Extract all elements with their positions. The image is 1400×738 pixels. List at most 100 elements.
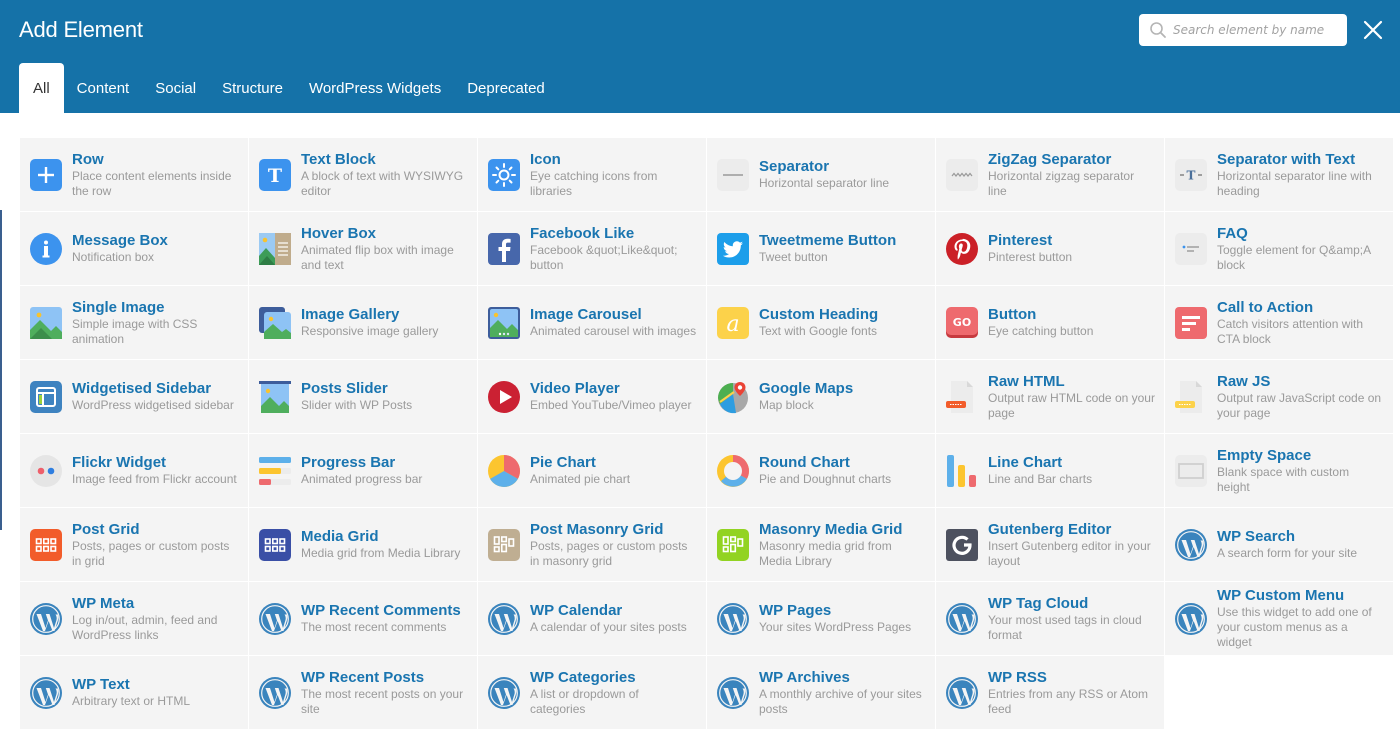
category-tabs: All Content Social Structure WordPress W… xyxy=(19,63,558,113)
element-card-wp-pages[interactable]: WP Pages Your sites WordPress Pages xyxy=(707,582,935,655)
element-card-image-gallery[interactable]: Image Gallery Responsive image gallery xyxy=(249,286,477,359)
element-card-custom-heading[interactable]: a Custom Heading Text with Google fonts xyxy=(707,286,935,359)
element-card-post-grid[interactable]: Post Grid Posts, pages or custom posts in… xyxy=(20,508,248,581)
element-card-wp-categories[interactable]: WP Categories A list or dropdown of categ… xyxy=(478,656,706,729)
element-card-text: Round Chart Pie and Doughnut charts xyxy=(759,454,891,487)
element-card-wp-meta[interactable]: WP Meta Log in/out, admin, feed and WordP… xyxy=(20,582,248,655)
element-card-wp-search[interactable]: WP Search A search form for your site xyxy=(1165,508,1393,581)
element-name: Empty Space xyxy=(1217,446,1312,464)
element-card-raw-js[interactable]: Raw JS Output raw JavaScript code on your… xyxy=(1165,360,1393,433)
element-card-wp-text[interactable]: WP Text Arbitrary text or HTML xyxy=(20,656,248,729)
element-card-wp-rss[interactable]: WP RSS Entries from any RSS or Atom feed xyxy=(936,656,1164,729)
element-card-text: Hover Box Animated flip box with image an… xyxy=(301,225,468,273)
element-card-text: Line Chart Line and Bar charts xyxy=(988,454,1092,487)
element-name: WP Archives xyxy=(759,668,850,686)
background-edge xyxy=(0,210,2,530)
element-name: Raw HTML xyxy=(988,372,1065,390)
element-description: Catch visitors attention with CTA block xyxy=(1217,316,1364,346)
tab-content[interactable]: Content xyxy=(64,63,143,113)
element-card-separator[interactable]: Separator Horizontal separator line xyxy=(707,138,935,211)
element-card-wp-calendar[interactable]: WP Calendar A calendar of your sites post… xyxy=(478,582,706,655)
element-card-text: FAQ Toggle element for Q&amp;A block xyxy=(1217,225,1384,273)
element-card-wp-archives[interactable]: WP Archives A monthly archive of your sit… xyxy=(707,656,935,729)
element-name: Pie Chart xyxy=(530,454,596,471)
element-description: Horizontal separator line xyxy=(759,176,890,190)
element-name: WP Calendar xyxy=(530,602,623,619)
tab-social[interactable]: Social xyxy=(142,63,209,113)
modal-title: Add Element xyxy=(19,17,143,42)
element-card-raw-html[interactable]: Raw HTML Output raw HTML code on your pag… xyxy=(936,360,1164,433)
element-description: Embed YouTube/Vimeo player xyxy=(530,398,692,412)
element-card-wp-recent-comments[interactable]: WP Recent Comments The most recent commen… xyxy=(249,582,477,655)
element-card-text: Post Grid Posts, pages or custom posts in… xyxy=(72,521,239,569)
close-icon[interactable] xyxy=(1362,19,1384,41)
element-card-widgetised-sidebar[interactable]: Widgetised Sidebar WordPress widgetised s… xyxy=(20,360,248,433)
element-card-pinterest[interactable]: Pinterest Pinterest button xyxy=(936,212,1164,285)
element-card-media-grid[interactable]: Media Grid Media grid from Media Library xyxy=(249,508,477,581)
element-card-single-image[interactable]: Single Image Simple image with CSS animat… xyxy=(20,286,248,359)
element-card-call-to-action[interactable]: Call to Action Catch visitors attention w… xyxy=(1165,286,1393,359)
element-card-zigzag-separator[interactable]: ZigZag Separator Horizontal zigzag separa… xyxy=(936,138,1164,211)
element-card-text: Raw JS Output raw JavaScript code on your… xyxy=(1217,373,1384,421)
element-card-separator-with-text[interactable]: T Separator with Text Horizontal separator… xyxy=(1165,138,1393,211)
element-card-post-masonry-grid[interactable]: Post Masonry Grid Posts, pages or custom … xyxy=(478,508,706,581)
element-card-line-chart[interactable]: Line Chart Line and Bar charts xyxy=(936,434,1164,507)
element-card-wp-recent-posts[interactable]: WP Recent Posts The most recent posts on … xyxy=(249,656,477,729)
element-name: Tweetmeme Button xyxy=(759,232,897,249)
element-card-button[interactable]: GO Button Eye catching button xyxy=(936,286,1164,359)
element-card-posts-slider[interactable]: Posts Slider Slider with WP Posts xyxy=(249,360,477,433)
search-input[interactable] xyxy=(1173,23,1343,37)
heading-a-icon: a xyxy=(716,306,750,340)
search-box[interactable] xyxy=(1139,14,1347,46)
masonry-grid-icon xyxy=(487,528,521,562)
element-card-masonry-media-grid[interactable]: Masonry Media Grid Masonry media grid fro… xyxy=(707,508,935,581)
element-card-text-block[interactable]: T Text Block A block of text with WYSIWYG … xyxy=(249,138,477,211)
element-card-image-carousel[interactable]: Image Carousel Animated carousel with ima… xyxy=(478,286,706,359)
element-name: Round Chart xyxy=(759,454,850,471)
element-card-icon[interactable]: Icon Eye catching icons from libraries xyxy=(478,138,706,211)
element-description: Media grid from Media Library xyxy=(301,546,461,560)
element-card-wp-tag-cloud[interactable]: WP Tag Cloud Your most used tags in cloud… xyxy=(936,582,1164,655)
element-card-text: WP RSS Entries from any RSS or Atom feed xyxy=(988,669,1155,717)
wordpress-icon xyxy=(258,602,292,636)
element-card-tweetmeme-button[interactable]: Tweetmeme Button Tweet button xyxy=(707,212,935,285)
element-card-wp-custom-menu[interactable]: WP Custom Menu Use this widget to add one… xyxy=(1165,582,1393,655)
element-name: Video Player xyxy=(530,380,620,397)
element-card-hover-box[interactable]: Hover Box Animated flip box with image an… xyxy=(249,212,477,285)
element-card-google-maps[interactable]: Google Maps Map block xyxy=(707,360,935,433)
element-card-progress-bar[interactable]: Progress Bar Animated progress bar xyxy=(249,434,477,507)
element-description: Insert Gutenberg editor in your layout xyxy=(988,538,1151,568)
element-card-empty-space[interactable]: Empty Space Blank space with custom heigh… xyxy=(1165,434,1393,507)
element-description: Log in/out, admin, feed and WordPress li… xyxy=(72,612,218,642)
pie-chart-icon xyxy=(487,454,521,488)
element-name: Pinterest xyxy=(988,232,1053,249)
wordpress-icon xyxy=(945,602,979,636)
element-card-faq[interactable]: FAQ Toggle element for Q&amp;A block xyxy=(1165,212,1393,285)
separator-text-icon: T xyxy=(1174,158,1208,192)
element-description: Animated progress bar xyxy=(301,472,423,486)
element-description: Notification box xyxy=(72,250,155,264)
element-card-flickr-widget[interactable]: Flickr Widget Image feed from Flickr acco… xyxy=(20,434,248,507)
element-card-pie-chart[interactable]: Pie Chart Animated pie chart xyxy=(478,434,706,507)
element-name: Facebook Like xyxy=(530,224,635,242)
element-card-message-box[interactable]: Message Box Notification box xyxy=(20,212,248,285)
element-card-text: Custom Heading Text with Google fonts xyxy=(759,306,878,339)
element-name: Post Grid xyxy=(72,520,140,538)
element-card-text: Single Image Simple image with CSS animat… xyxy=(72,299,239,347)
element-card-video-player[interactable]: Video Player Embed YouTube/Vimeo player xyxy=(478,360,706,433)
tab-wordpress-widgets[interactable]: WordPress Widgets xyxy=(296,63,454,113)
element-card-text: WP Tag Cloud Your most used tags in cloud… xyxy=(988,595,1155,643)
element-description: Pinterest button xyxy=(988,250,1073,264)
element-card-facebook-like[interactable]: Facebook Like Facebook &quot;Like&quot; b… xyxy=(478,212,706,285)
empty-space-icon xyxy=(1174,454,1208,488)
element-card-gutenberg-editor[interactable]: Gutenberg Editor Insert Gutenberg editor … xyxy=(936,508,1164,581)
element-card-text: Call to Action Catch visitors attention w… xyxy=(1217,299,1384,347)
tab-structure[interactable]: Structure xyxy=(209,63,296,113)
tab-deprecated[interactable]: Deprecated xyxy=(454,63,558,113)
facebook-icon xyxy=(487,232,521,266)
element-card-round-chart[interactable]: Round Chart Pie and Doughnut charts xyxy=(707,434,935,507)
tab-all[interactable]: All xyxy=(19,63,64,113)
wordpress-icon xyxy=(716,602,750,636)
element-card-row[interactable]: Row Place content elements inside the row xyxy=(20,138,248,211)
element-card-text: Image Gallery Responsive image gallery xyxy=(301,306,438,339)
